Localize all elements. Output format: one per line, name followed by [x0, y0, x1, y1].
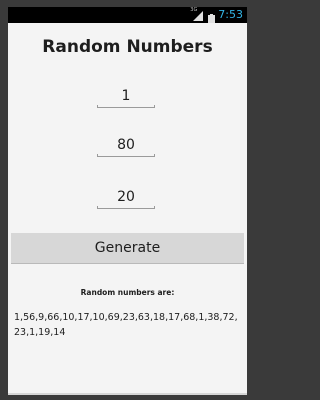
page-title: Random Numbers: [42, 37, 213, 57]
result-label: Random numbers are:: [80, 288, 175, 297]
count-input[interactable]: 20: [97, 187, 155, 209]
result-text: 1,56,9,66,10,17,10,69,23,63,18,17,68,1,3…: [14, 312, 238, 338]
status-bar: 3G 7:53: [8, 7, 247, 25]
signal-icon: 3G: [190, 7, 205, 21]
min-number-input[interactable]: 1: [97, 86, 155, 108]
battery-icon: [208, 10, 216, 25]
generate-button[interactable]: Generate: [11, 233, 244, 264]
max-number-input[interactable]: 80: [97, 135, 155, 157]
app-content: Random Numbers 1 80 20 Generate Random n…: [8, 23, 247, 395]
min-number-value: 1: [121, 88, 131, 104]
max-number-value: 80: [117, 137, 135, 153]
count-value: 20: [117, 189, 135, 205]
clock: 7:53: [218, 8, 243, 21]
device-frame: 3G 7:53 Random Numbers 1 80 20 Generate …: [0, 0, 254, 400]
